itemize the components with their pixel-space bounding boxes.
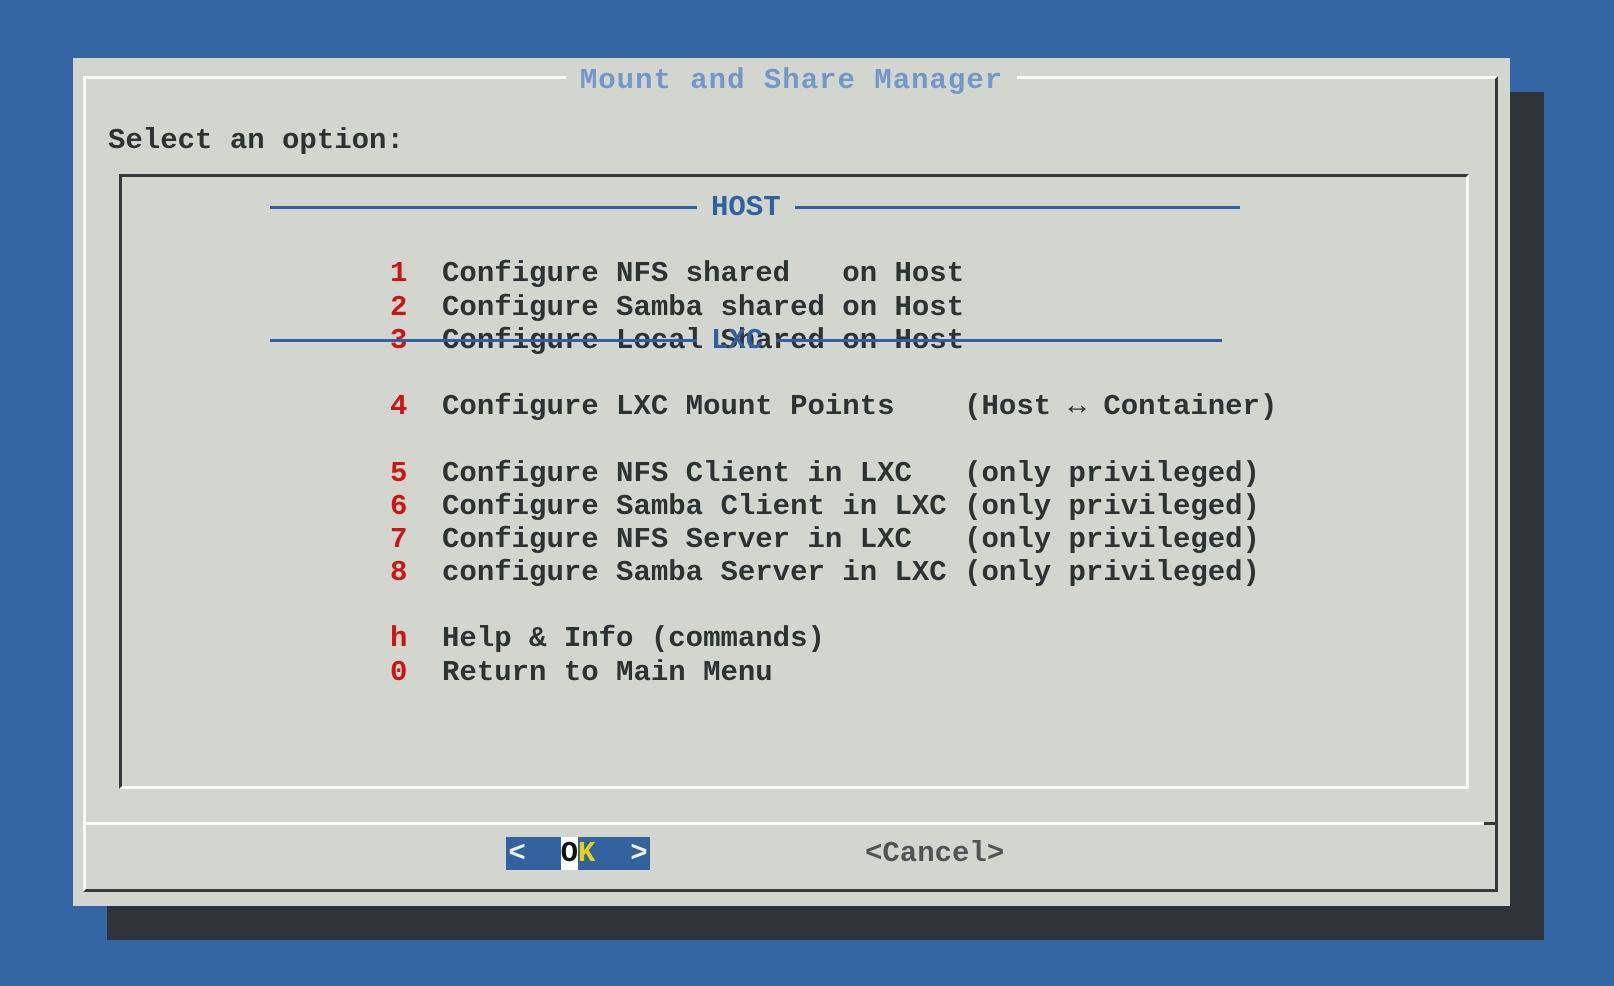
dialog-mount-share-manager: Mount and Share Manager Select an option… [73, 58, 1510, 906]
menu-box: HOST 1Configure NFS shared on Host 2Conf… [119, 174, 1469, 789]
separator-end-tick [1484, 822, 1498, 825]
menu-item-tag: 2 [390, 291, 442, 324]
menu-item-tag: 8 [390, 556, 442, 589]
prompt-label: Select an option: [108, 124, 404, 157]
menu-item-tag: 0 [390, 656, 442, 689]
menu-item-label: Configure Samba shared on Host [442, 291, 964, 324]
menu-item-label: configure Samba Server in LXC (only priv… [442, 556, 1260, 589]
ok-left-chevron-icon: < [508, 837, 525, 870]
menu-item-label: Configure NFS shared on Host [442, 257, 964, 290]
section-line-right [795, 206, 1240, 209]
ok-hotkey-char: K [578, 837, 595, 870]
menu-item-tag: 1 [390, 257, 442, 290]
menu-item-label: Configure Samba Client in LXC (only priv… [442, 490, 1260, 523]
section-header-label: LXC [697, 324, 777, 357]
button-row: < OK > <Cancel> [73, 837, 1510, 871]
menu-rows: HOST 1Configure NFS shared on Host 2Conf… [122, 191, 1466, 656]
section-header-host: HOST [122, 191, 1466, 224]
menu-item-tag: 6 [390, 490, 442, 523]
menu-item-tag: h [390, 622, 442, 655]
menu-item-tag: 5 [390, 457, 442, 490]
cancel-button[interactable]: <Cancel> [865, 837, 1004, 870]
section-line-right [777, 339, 1222, 342]
menu-item-tag: 4 [390, 390, 442, 423]
ok-cursor-char: O [561, 837, 578, 870]
menu-item-label: Configure LXC Mount Points (Host ↔ Conta… [442, 390, 1277, 423]
menu-item-label: Configure NFS Server in LXC (only privil… [442, 523, 1260, 556]
ok-right-chevron-icon: > [630, 837, 647, 870]
section-line-left [270, 206, 697, 209]
dialog-title: Mount and Share Manager [73, 64, 1510, 97]
button-separator-line [83, 822, 1498, 825]
ok-button[interactable]: < OK > [506, 837, 650, 870]
terminal-background: Mount and Share Manager Select an option… [0, 0, 1614, 986]
menu-item-tag: 7 [390, 523, 442, 556]
dialog-title-text: Mount and Share Manager [566, 64, 1017, 97]
menu-item-label: Configure NFS Client in LXC (only privil… [442, 457, 1260, 490]
section-header-label: HOST [697, 191, 795, 224]
menu-item-1[interactable]: 1Configure NFS shared on Host [122, 224, 1466, 257]
menu-item-label: Help & Info (commands) [442, 622, 825, 655]
section-line-left [270, 339, 697, 342]
menu-item-label: Return to Main Menu [442, 656, 773, 689]
